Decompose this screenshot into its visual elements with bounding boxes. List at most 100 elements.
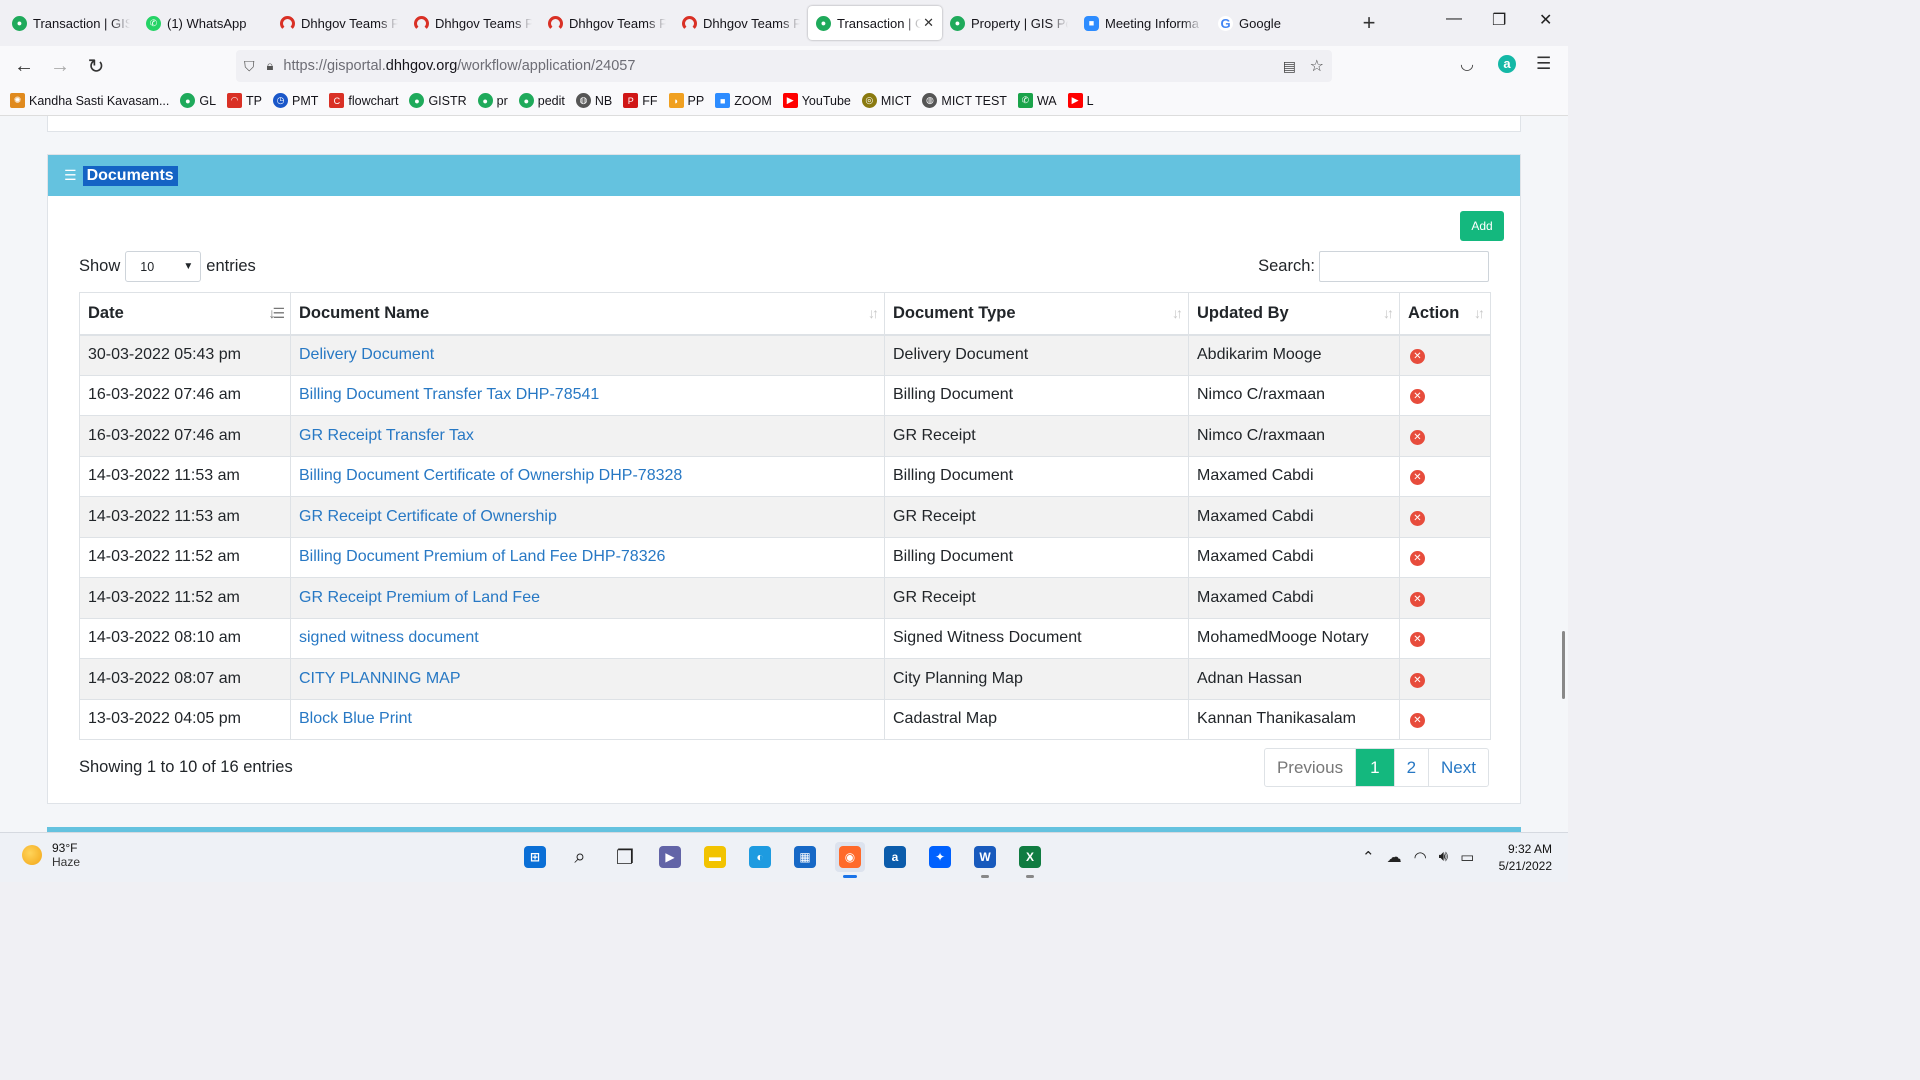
delete-icon[interactable]: ✕	[1410, 389, 1425, 405]
document-link[interactable]: CITY PLANNING MAP	[299, 670, 461, 687]
url-bar[interactable]: ⛉ 🔒︎ https://gisportal. dhhgov.org/workfl…	[236, 50, 1332, 82]
delete-icon[interactable]: ✕	[1410, 632, 1425, 648]
browser-tab[interactable]: Dhhgov Teams P	[406, 6, 540, 40]
document-link[interactable]: Delivery Document	[299, 346, 434, 363]
bookmark-item[interactable]: ✺ Kandha Sasti Kavasam...	[10, 93, 169, 108]
delete-icon[interactable]: ✕	[1410, 470, 1425, 486]
close-window-icon[interactable]: ✕	[1539, 10, 1552, 30]
bookmark-item[interactable]: P FF	[623, 93, 658, 108]
wifi-icon[interactable]: ◠	[1414, 848, 1427, 866]
document-link[interactable]: GR Receipt Transfer Tax	[299, 427, 474, 444]
bookmark-item[interactable]: Cflowchart	[329, 93, 398, 108]
minimize-icon[interactable]: —	[1446, 10, 1462, 28]
menu-icon[interactable]: ☰	[1536, 54, 1551, 74]
document-link[interactable]: GR Receipt Premium of Land Fee	[299, 589, 540, 606]
page-scrollbar[interactable]	[1562, 631, 1565, 699]
back-icon[interactable]: ←	[6, 55, 42, 78]
chevron-up-icon[interactable]: ⌃	[1362, 848, 1375, 866]
document-link[interactable]: Billing Document Transfer Tax DHP-78541	[299, 386, 599, 403]
browser-tab[interactable]: ● Property | GIS Po	[942, 6, 1076, 40]
bookmark-item[interactable]: ● GISTR	[409, 93, 467, 108]
delete-icon[interactable]: ✕	[1410, 510, 1425, 526]
column-header-action[interactable]: Action ↓↑	[1399, 292, 1491, 336]
tab-title: Dhhgov Teams P	[301, 15, 398, 31]
browser-tab[interactable]: Dhhgov Teams P	[272, 6, 406, 40]
browser-tab[interactable]: ■ Meeting Informa	[1076, 6, 1210, 40]
edge-icon[interactable]: ◐	[745, 842, 775, 872]
document-link[interactable]: Block Blue Print	[299, 710, 412, 727]
new-tab-button[interactable]: +	[1352, 10, 1386, 36]
delete-icon[interactable]: ✕	[1410, 713, 1425, 729]
shield-icon[interactable]: ⛉	[244, 58, 255, 75]
page-1-button[interactable]: 1	[1355, 749, 1394, 786]
previous-page-button[interactable]: Previous	[1265, 749, 1355, 786]
bookmark-item[interactable]: ● pedit	[518, 93, 565, 108]
column-header-document-type[interactable]: Document Type ↓↑	[884, 292, 1189, 336]
pocket-icon[interactable]: ◡	[1460, 54, 1474, 74]
bookmark-item[interactable]: ● pr	[477, 93, 508, 108]
browser-tab[interactable]: ● Transaction | GIS	[4, 6, 138, 40]
delete-icon[interactable]: ✕	[1410, 672, 1425, 688]
reload-icon[interactable]: ↻	[78, 54, 114, 79]
bookmark-item[interactable]: ■ ZOOM	[715, 93, 772, 108]
bookmark-item[interactable]: ◍ MICT TEST	[922, 93, 1007, 108]
weather-widget[interactable]: 93°F Haze	[22, 841, 80, 869]
bookmark-item[interactable]: ✆ WA	[1017, 93, 1057, 108]
account-avatar-icon[interactable]: a	[1498, 55, 1516, 73]
document-link[interactable]: signed witness document	[299, 629, 479, 646]
restore-icon[interactable]: ❐	[1492, 10, 1506, 30]
clock-time: 9:32 AM	[1507, 842, 1552, 856]
browser-tab[interactable]: ✆ (1) WhatsApp	[138, 6, 272, 40]
task-view-icon[interactable]: ❐	[610, 842, 640, 872]
page-length-select[interactable]: 10 ▼	[125, 251, 202, 282]
bookmark-item[interactable]: ◷ PMT	[273, 93, 318, 108]
clock[interactable]: 9:32 AM 5/21/2022	[1499, 841, 1552, 875]
browser-tab[interactable]: G Google	[1210, 6, 1344, 40]
windows-start-icon[interactable]: ⊞	[520, 842, 550, 872]
add-document-button[interactable]: Add	[1460, 211, 1504, 241]
excel-icon[interactable]: X	[1015, 842, 1045, 878]
onedrive-icon[interactable]: ☁	[1387, 848, 1402, 866]
page-2-button[interactable]: 2	[1393, 749, 1428, 786]
amazon-icon[interactable]: a	[880, 842, 910, 872]
delete-icon[interactable]: ✕	[1410, 551, 1425, 567]
next-page-button[interactable]: Next	[1428, 749, 1488, 786]
forward-icon[interactable]: →	[42, 55, 78, 78]
bookmark-star-icon[interactable]: ☆	[1310, 56, 1324, 76]
firefox-icon[interactable]: ◉	[835, 842, 865, 878]
delete-icon[interactable]: ✕	[1410, 429, 1425, 445]
bookmark-item[interactable]: ◠ TP	[227, 93, 262, 108]
store-icon[interactable]: ▦	[790, 842, 820, 872]
delete-icon[interactable]: ✕	[1410, 591, 1425, 607]
reader-view-icon[interactable]: ▤	[1283, 58, 1296, 75]
column-header-document-name[interactable]: Document Name ↓↑	[290, 292, 885, 336]
file-explorer-icon[interactable]: ▬	[700, 842, 730, 872]
system-tray: ⌃ ☁ ◠ 🔊︎ ▭	[1362, 848, 1486, 866]
teams-chat-icon[interactable]: ▶	[655, 842, 685, 872]
volume-icon[interactable]: 🔊︎	[1439, 848, 1448, 866]
close-tab-icon[interactable]: ✕	[923, 15, 934, 31]
column-header-date[interactable]: Date ↓☰	[79, 292, 291, 336]
search-input[interactable]	[1319, 251, 1489, 282]
document-link[interactable]: Billing Document Premium of Land Fee DHP…	[299, 548, 665, 565]
document-link[interactable]: Billing Document Certificate of Ownershi…	[299, 467, 682, 484]
bookmark-item[interactable]: ◎ MICT	[861, 93, 911, 108]
lock-icon[interactable]: 🔒︎	[267, 58, 274, 74]
bookmark-item[interactable]: ● GL	[180, 93, 216, 108]
bookmark-item[interactable]: ◍ NB	[575, 93, 612, 108]
document-link[interactable]: GR Receipt Certificate of Ownership	[299, 508, 557, 525]
browser-tab[interactable]: Dhhgov Teams P	[540, 6, 674, 40]
bookmark-item[interactable]: ◗ PP	[668, 93, 704, 108]
delete-icon[interactable]: ✕	[1410, 349, 1425, 364]
word-icon[interactable]: W	[970, 842, 1000, 878]
bookmark-item[interactable]: ▶ L	[1067, 93, 1094, 108]
battery-icon[interactable]: ▭	[1460, 848, 1474, 866]
search-icon[interactable]: ⌕	[565, 842, 595, 872]
dropbox-icon[interactable]: ✦	[925, 842, 955, 872]
browser-tab[interactable]: Dhhgov Teams P	[674, 6, 808, 40]
table-cell: 14-03-2022 11:53 am	[79, 455, 291, 497]
pp-icon: ◗	[668, 93, 684, 108]
browser-tab[interactable]: ● Transaction | G ✕	[808, 6, 942, 40]
column-header-updated-by[interactable]: Updated By ↓↑	[1188, 292, 1400, 336]
bookmark-item[interactable]: ▶ YouTube	[782, 93, 851, 108]
